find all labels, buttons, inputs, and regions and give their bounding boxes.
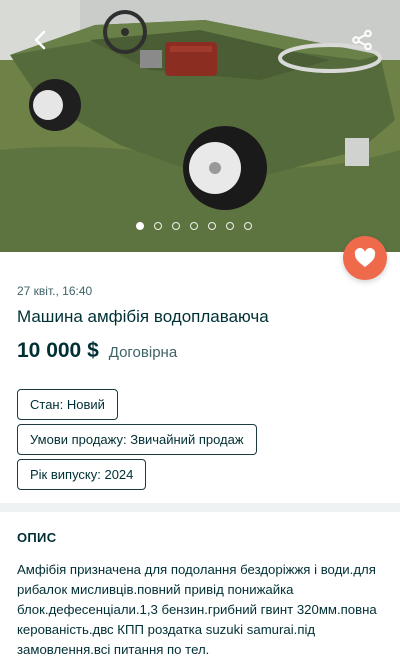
back-button[interactable] [28, 28, 52, 52]
description-heading: ОПИС [17, 530, 57, 545]
gallery-dot[interactable] [226, 222, 234, 230]
description-text: Амфібія призначена для подолання бездорі… [17, 562, 377, 657]
gallery-dot[interactable] [208, 222, 216, 230]
price-negotiable-label: Договірна [108, 344, 178, 361]
tag-year[interactable]: Рік випуску: 2024 [17, 459, 147, 490]
gallery-dot[interactable] [154, 222, 162, 230]
share-icon [352, 29, 372, 51]
price: 10 000 $ [17, 339, 99, 362]
tag-condition[interactable]: Стан: Новий [17, 389, 118, 420]
listing-title: Машина амфібія водоплаваюча [17, 307, 269, 326]
gallery-dot[interactable] [190, 222, 198, 230]
tag-sale-terms[interactable]: Умови продажу: Звичайний продаж [17, 424, 257, 455]
favorite-button[interactable] [343, 236, 387, 280]
gallery-dot[interactable] [244, 222, 252, 230]
section-divider [0, 503, 400, 512]
listing-photo[interactable] [0, 0, 400, 252]
price-row: 10 000 $ Договірна [17, 339, 177, 363]
gallery-dot[interactable] [136, 222, 144, 230]
photo-gallery[interactable] [0, 0, 400, 252]
heart-icon [354, 248, 376, 268]
gallery-pagination [0, 222, 400, 230]
gallery-dot[interactable] [172, 222, 180, 230]
share-button[interactable] [350, 28, 374, 52]
posted-date: 27 квіт., 16:40 [17, 284, 93, 298]
chevron-left-icon [34, 30, 46, 50]
